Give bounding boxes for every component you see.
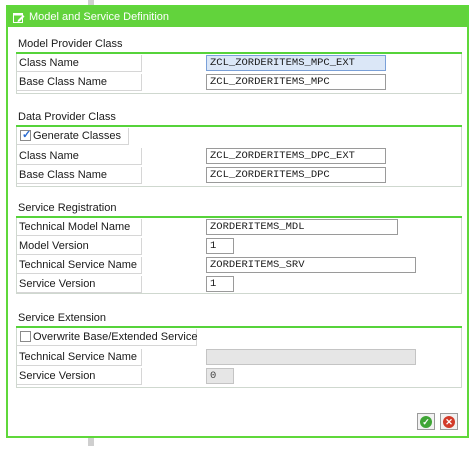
section-body: Class Name ZCL_ZORDERITEMS_MPC_EXT Base …: [16, 54, 462, 94]
technical-model-name-field[interactable]: ZORDERITEMS_MDL: [206, 219, 398, 235]
generate-classes-label: Generate Classes: [33, 130, 122, 142]
technical-service-name-field[interactable]: ZORDERITEMS_SRV: [206, 257, 416, 273]
section-body: Overwrite Base/Extended Service Technica…: [16, 328, 462, 388]
section-body: Technical Model Name ZORDERITEMS_MDL Mod…: [16, 218, 462, 294]
dpc-class-name-field[interactable]: ZCL_ZORDERITEMS_DPC_EXT: [206, 148, 386, 164]
dpc-base-class-field[interactable]: ZCL_ZORDERITEMS_DPC: [206, 167, 386, 183]
model-service-dialog: Model and Service Definition Model Provi…: [6, 5, 469, 438]
cancel-icon: ✕: [443, 415, 455, 428]
overwrite-service-label: Overwrite Base/Extended Service: [33, 331, 198, 343]
technical-service-name-label: Technical Service Name: [19, 259, 137, 271]
class-name-label: Class Name: [19, 57, 79, 69]
mpc-class-name-field[interactable]: ZCL_ZORDERITEMS_MPC_EXT: [206, 55, 386, 71]
ext-technical-service-name-field: [206, 349, 416, 365]
service-version-label: Service Version: [19, 278, 96, 290]
service-registration-section: Service Registration Technical Model Nam…: [16, 201, 462, 294]
dialog-title: Model and Service Definition: [29, 11, 170, 23]
base-class-name-label: Base Class Name: [19, 169, 108, 181]
model-version-label: Model Version: [19, 240, 89, 252]
check-icon: ✓: [420, 415, 432, 428]
data-provider-class-section: Data Provider Class ✓ Generate Classes C…: [16, 110, 462, 188]
service-version-field[interactable]: 1: [206, 276, 234, 292]
cancel-button[interactable]: ✕: [440, 413, 458, 430]
model-version-field[interactable]: 1: [206, 238, 234, 254]
technical-service-name-label: Technical Service Name: [19, 351, 137, 363]
section-header: Data Provider Class: [18, 111, 116, 123]
service-version-label: Service Version: [19, 370, 96, 382]
section-header: Model Provider Class: [18, 38, 123, 50]
dialog-titlebar[interactable]: Model and Service Definition: [8, 7, 467, 27]
model-provider-class-section: Model Provider Class Class Name ZCL_ZORD…: [16, 37, 462, 95]
ext-service-version-field: 0: [206, 368, 234, 384]
section-header: Service Registration: [18, 202, 117, 214]
section-header: Service Extension: [18, 312, 107, 324]
class-name-label: Class Name: [19, 150, 79, 162]
edit-window-icon: [13, 12, 25, 23]
section-body: ✓ Generate Classes Class Name ZCL_ZORDER…: [16, 127, 462, 187]
mpc-base-class-field[interactable]: ZCL_ZORDERITEMS_MPC: [206, 74, 386, 90]
ok-button[interactable]: ✓: [417, 413, 435, 430]
base-class-name-label: Base Class Name: [19, 76, 108, 88]
service-extension-section: Service Extension Overwrite Base/Extende…: [16, 311, 462, 388]
technical-model-name-label: Technical Model Name: [19, 221, 131, 233]
